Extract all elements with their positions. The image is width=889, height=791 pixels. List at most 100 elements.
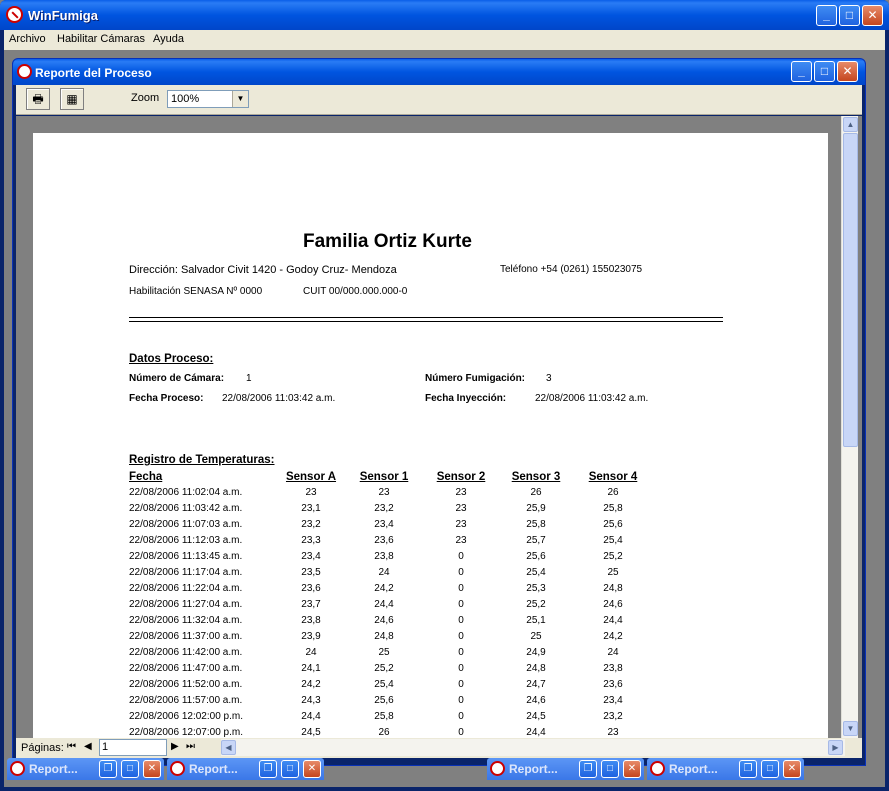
restore-icon[interactable]: ❐ [259, 760, 277, 778]
first-page-icon[interactable]: ⏮ [67, 741, 76, 752]
maximize-button[interactable]: □ [839, 5, 860, 26]
fumigacion-label: Número Fumigación: [425, 373, 526, 384]
row-fecha: 22/08/2006 11:32:04 a.m. [129, 615, 243, 626]
row-sensor-value: 25,2 [526, 599, 546, 610]
row-sensor-value: 25,8 [374, 711, 394, 722]
row-sensor-value: 24 [607, 647, 619, 658]
row-sensor-value: 23,6 [301, 583, 321, 594]
row-sensor-value: 0 [458, 711, 464, 722]
minimized-window-3[interactable]: Report... ❐ □ ✕ [487, 758, 644, 780]
row-sensor-value: 24,1 [301, 663, 321, 674]
next-page-icon[interactable]: ▶ [171, 741, 179, 752]
row-fecha: 22/08/2006 11:07:03 a.m. [129, 519, 243, 530]
minimized-window-4[interactable]: Report... ❐ □ ✕ [647, 758, 804, 780]
maximize-icon[interactable]: □ [601, 760, 619, 778]
camara-label: Número de Cámara: [129, 373, 225, 384]
row-sensor-value: 25,8 [603, 503, 623, 514]
zoom-select[interactable]: 100% ▼ [167, 90, 249, 108]
row-sensor-value: 26 [530, 487, 542, 498]
menu-ayuda[interactable]: Ayuda [153, 33, 184, 45]
row-sensor-value: 24,5 [301, 727, 321, 738]
scroll-left-icon[interactable]: ◀ [221, 740, 236, 755]
minimized-title: Report... [669, 762, 718, 776]
close-icon[interactable]: ✕ [303, 760, 321, 778]
page-navigator: Páginas: ⏮ ◀ 1 ▶ ⏭ ◀ ▶ [16, 738, 862, 758]
horizontal-scrollbar[interactable]: ◀ ▶ [221, 739, 845, 756]
row-sensor-value: 23,9 [301, 631, 321, 642]
col-sensor-1: Sensor 1 [359, 471, 409, 483]
restore-icon[interactable]: ❐ [739, 760, 757, 778]
company-address: Dirección: Salvador Civit 1420 - Godoy C… [129, 264, 397, 276]
zoom-value: 100% [171, 93, 200, 105]
row-sensor-value: 0 [458, 663, 464, 674]
scroll-up-icon[interactable]: ▲ [843, 117, 858, 132]
row-sensor-value: 23,6 [374, 535, 394, 546]
report-window-title: Reporte del Proceso [35, 66, 152, 80]
row-sensor-value: 23,8 [301, 615, 321, 626]
report-icon [650, 761, 665, 776]
row-sensor-value: 24,8 [374, 631, 394, 642]
minimized-window-2[interactable]: Report... ❐ □ ✕ [167, 758, 324, 780]
scroll-thumb[interactable] [843, 133, 858, 447]
row-sensor-value: 24 [378, 567, 390, 578]
row-sensor-value: 23,7 [301, 599, 321, 610]
row-sensor-value: 26 [607, 487, 619, 498]
minimized-title: Report... [29, 762, 78, 776]
report-title-bar[interactable]: Reporte del Proceso _ □ ✕ [13, 59, 865, 85]
row-fecha: 22/08/2006 11:22:04 a.m. [129, 583, 243, 594]
title-bar[interactable]: WinFumiga _ □ ✕ [0, 0, 889, 30]
maximize-icon[interactable]: □ [281, 760, 299, 778]
last-page-icon[interactable]: ⏭ [186, 741, 195, 752]
row-sensor-value: 23,5 [301, 567, 321, 578]
row-sensor-value: 24,2 [301, 679, 321, 690]
menu-habilitar-camaras[interactable]: Habilitar Cámaras [57, 33, 145, 45]
scroll-right-icon[interactable]: ▶ [828, 740, 843, 755]
report-maximize-button[interactable]: □ [814, 61, 835, 82]
row-sensor-value: 23,2 [603, 711, 623, 722]
row-sensor-value: 26 [378, 727, 390, 738]
page-input[interactable]: 1 [99, 739, 167, 756]
maximize-icon[interactable]: □ [121, 760, 139, 778]
prev-page-icon[interactable]: ◀ [84, 741, 92, 752]
fecha-inyeccion-label: Fecha Inyección: [425, 393, 507, 404]
company-name: Familia Ortiz Kurte [303, 231, 472, 252]
minimize-button[interactable]: _ [816, 5, 837, 26]
row-sensor-value: 24,4 [374, 599, 394, 610]
export-button[interactable]: ▦ [60, 88, 84, 110]
row-sensor-value: 23,8 [374, 551, 394, 562]
row-sensor-value: 24,4 [603, 615, 623, 626]
zoom-label: Zoom [131, 92, 160, 104]
report-minimize-button[interactable]: _ [791, 61, 812, 82]
restore-icon[interactable]: ❐ [99, 760, 117, 778]
header-divider [129, 317, 723, 322]
row-sensor-value: 0 [458, 551, 464, 562]
menu-archivo[interactable]: Archivo [9, 33, 46, 45]
minimized-title: Report... [509, 762, 558, 776]
row-fecha: 22/08/2006 11:12:03 a.m. [129, 535, 243, 546]
close-icon[interactable]: ✕ [143, 760, 161, 778]
report-close-button[interactable]: ✕ [837, 61, 858, 82]
row-sensor-value: 24 [305, 647, 317, 658]
row-sensor-value: 23,4 [603, 695, 623, 706]
print-button[interactable]: 🖶 [26, 88, 50, 110]
scroll-down-icon[interactable]: ▼ [843, 721, 858, 736]
minimized-title: Report... [189, 762, 238, 776]
col-sensor-a: Sensor A [285, 471, 337, 483]
vertical-scrollbar[interactable]: ▲ ▼ [841, 116, 858, 738]
company-phone: Teléfono +54 (0261) 155023075 [500, 264, 643, 275]
report-toolbar: 🖶 ▦ Zoom 100% ▼ [16, 85, 862, 115]
close-icon[interactable]: ✕ [783, 760, 801, 778]
printer-icon: 🖶 [32, 92, 44, 106]
row-sensor-value: 0 [458, 727, 464, 738]
row-sensor-value: 24,2 [603, 631, 623, 642]
row-sensor-value: 24,8 [603, 583, 623, 594]
app-title: WinFumiga [28, 8, 98, 23]
minimized-window-1[interactable]: Report... ❐ □ ✕ [7, 758, 164, 780]
close-button[interactable]: ✕ [862, 5, 883, 26]
chevron-down-icon[interactable]: ▼ [232, 91, 248, 107]
fecha-inyeccion-value: 22/08/2006 11:03:42 a.m. [535, 393, 649, 404]
restore-icon[interactable]: ❐ [579, 760, 597, 778]
close-icon[interactable]: ✕ [623, 760, 641, 778]
row-sensor-value: 23 [305, 487, 317, 498]
maximize-icon[interactable]: □ [761, 760, 779, 778]
